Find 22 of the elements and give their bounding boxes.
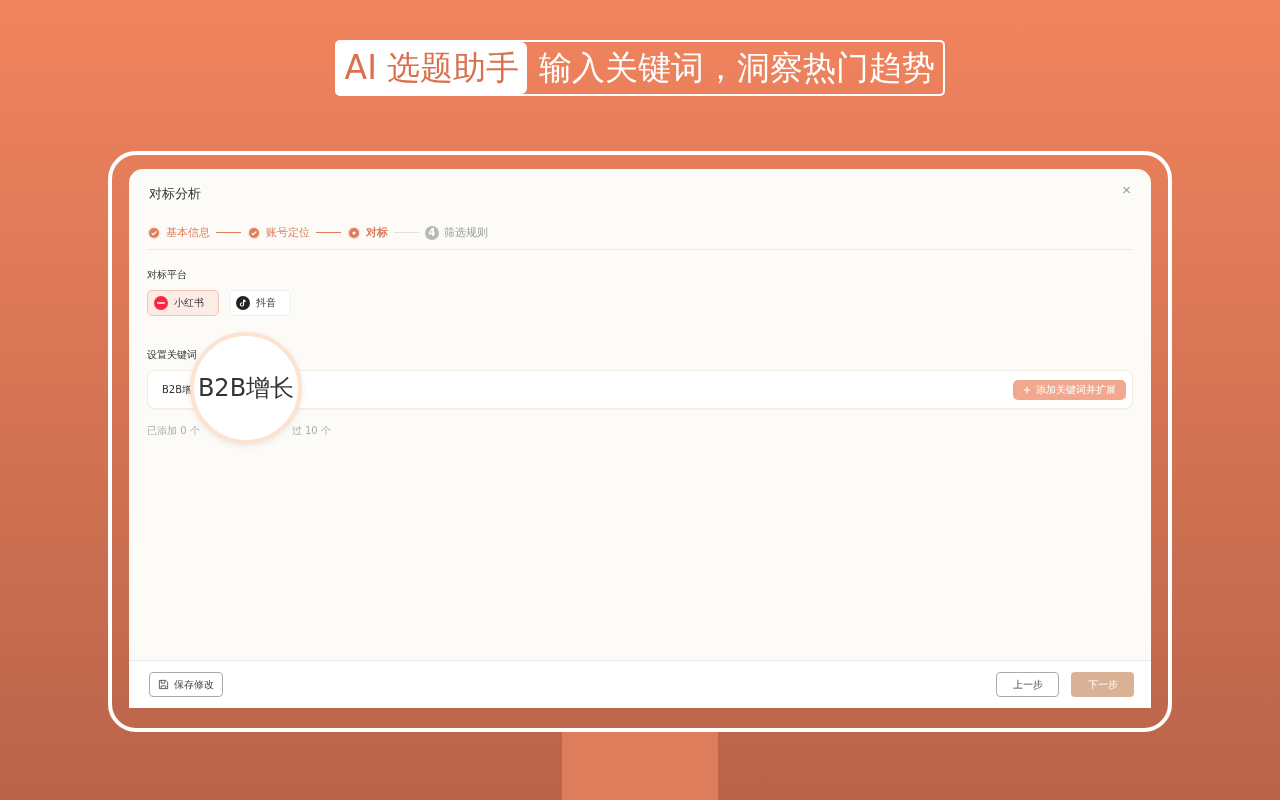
section-label: 设置关键词: [147, 348, 198, 362]
plus-icon: [1023, 385, 1031, 394]
close-button[interactable]: ×: [1122, 179, 1131, 199]
step-label[interactable]: 基本信息: [166, 225, 210, 240]
previous-button[interactable]: 上一步: [996, 672, 1059, 697]
step-label[interactable]: 对标: [366, 225, 388, 240]
step-label[interactable]: 筛选规则: [444, 225, 488, 240]
step-label[interactable]: 账号定位: [266, 225, 310, 240]
platform-option[interactable]: 抖音: [229, 290, 291, 316]
save-icon: [158, 679, 169, 690]
platform-option[interactable]: 小红书: [147, 290, 219, 316]
banner-headline: 输入关键词，洞察热门趋势: [538, 46, 937, 89]
music-note-icon: [236, 296, 250, 310]
step-number: 4: [425, 225, 439, 240]
save-button[interactable]: 保存修改: [149, 672, 223, 697]
hint-text: 已添加 0 个: [147, 424, 200, 438]
banner-tag: AI 选题助手: [336, 42, 528, 94]
hint-text: 过 10 个: [291, 424, 331, 438]
dialog-title: 对标分析: [149, 185, 201, 203]
app-logo-icon: [154, 296, 168, 310]
magnified-text: B2B增长: [197, 373, 295, 404]
section-label: 对标平台: [147, 268, 188, 282]
